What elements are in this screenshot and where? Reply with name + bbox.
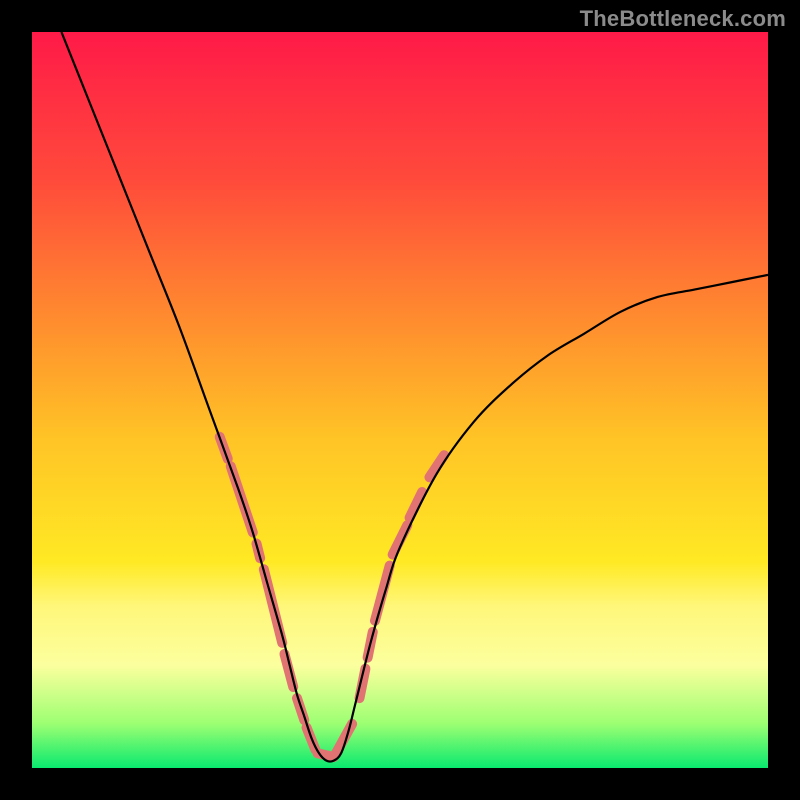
chart-frame: TheBottleneck.com (0, 0, 800, 800)
bottleneck-chart (32, 32, 768, 768)
gradient-background (32, 32, 768, 768)
watermark-text: TheBottleneck.com (580, 6, 786, 32)
